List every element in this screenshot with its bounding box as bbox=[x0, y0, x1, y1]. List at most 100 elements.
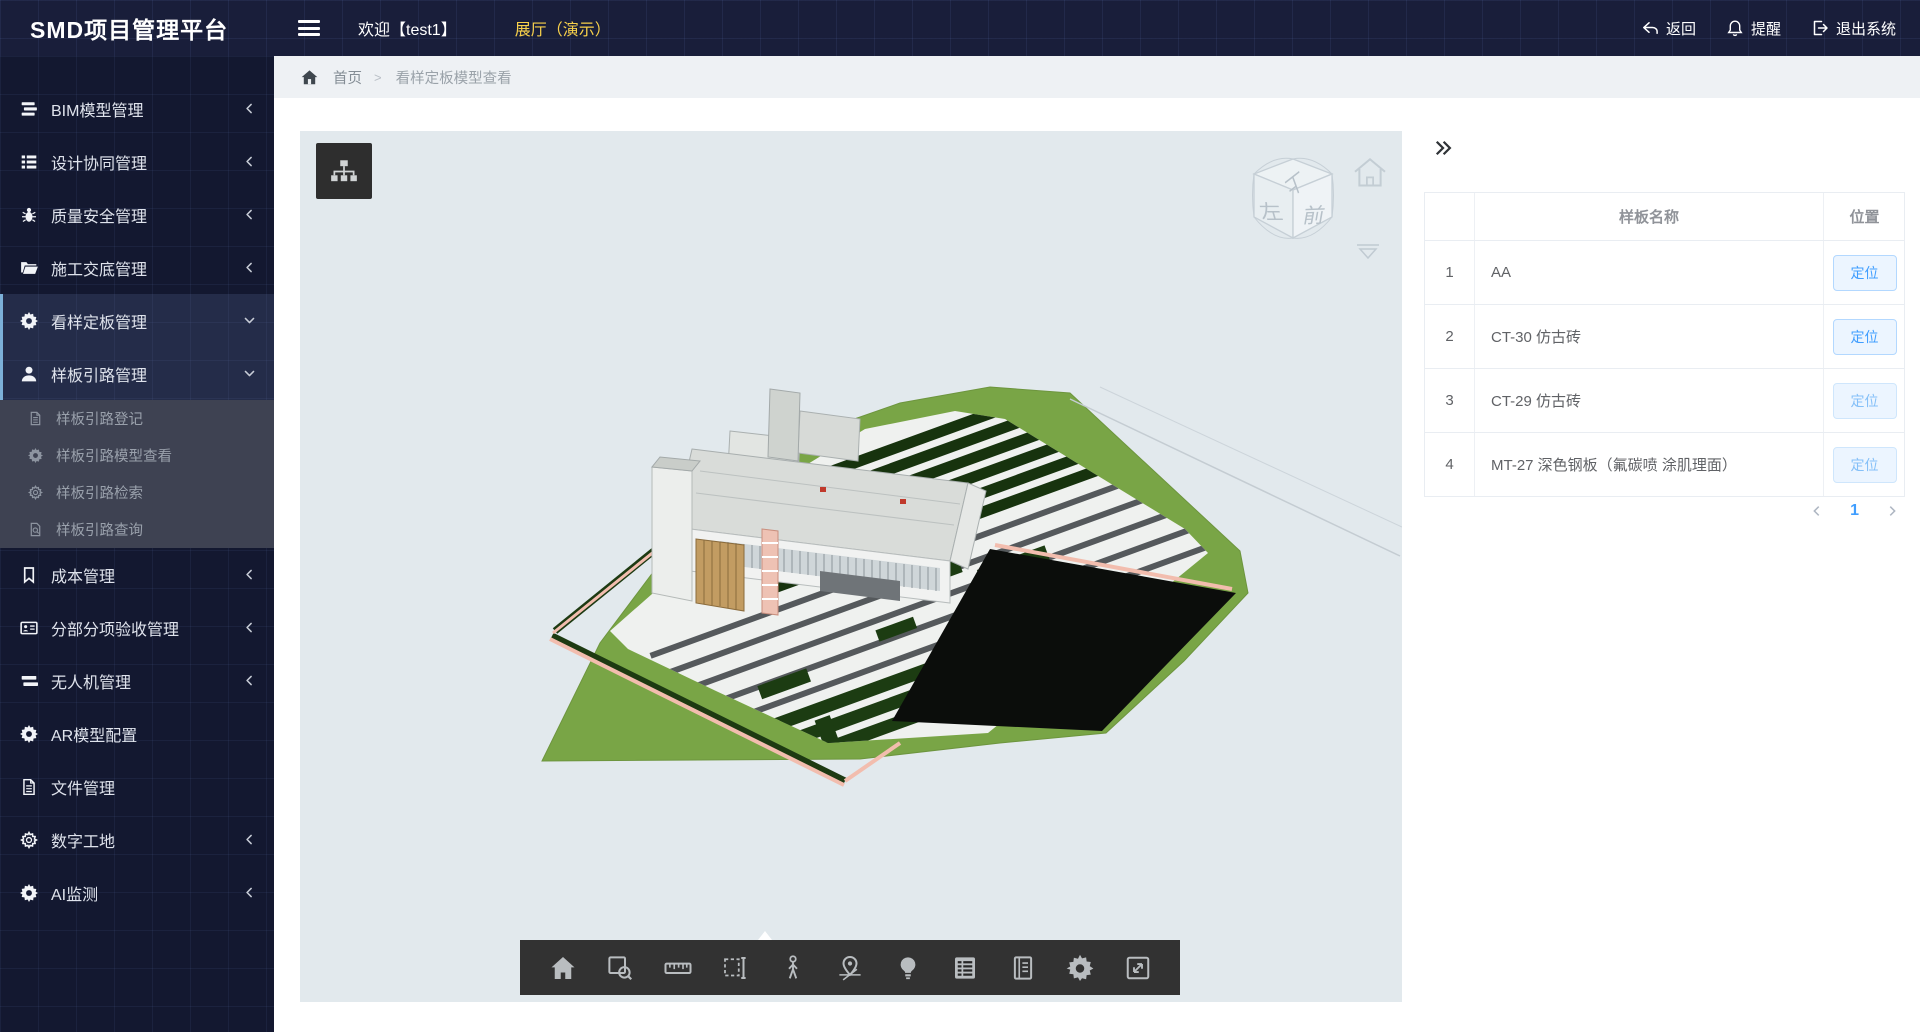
chevron-left-icon bbox=[243, 568, 256, 581]
sidebar-item-acceptance[interactable]: 分部分项验收管理 bbox=[0, 601, 274, 654]
sidebar-item-sample-board[interactable]: 看样定板管理 bbox=[3, 294, 274, 347]
gear-icon bbox=[20, 725, 38, 743]
sidebar-item-cost[interactable]: 成本管理 bbox=[0, 548, 274, 601]
doc-icon bbox=[28, 411, 43, 426]
section-icon[interactable] bbox=[720, 953, 750, 983]
sidebar-item-label: 无人机管理 bbox=[51, 669, 243, 693]
prev-page-icon[interactable] bbox=[1810, 504, 1824, 518]
chevron-down-icon bbox=[243, 314, 256, 327]
view-cube[interactable]: 上 左 前 bbox=[1218, 137, 1368, 287]
app-title: SMD项目管理平台 bbox=[30, 11, 280, 45]
logout-label: 退出系统 bbox=[1836, 18, 1896, 39]
home-view-icon[interactable] bbox=[1350, 153, 1390, 193]
doc-search-icon bbox=[28, 522, 43, 537]
row-index: 2 bbox=[1425, 305, 1475, 368]
chevron-left-icon bbox=[243, 674, 256, 687]
gear-outline-icon bbox=[20, 831, 38, 849]
sidebar-item-sample-guide[interactable]: 样板引路管理 bbox=[3, 347, 274, 400]
sidebar-item-digital-site[interactable]: 数字工地 bbox=[0, 813, 274, 866]
back-button[interactable]: 返回 bbox=[1640, 18, 1696, 39]
table-row: 1 AA 定位 bbox=[1425, 241, 1904, 305]
submenu-item-label: 样板引路模型查看 bbox=[56, 445, 172, 466]
doc-lines-icon[interactable] bbox=[1008, 953, 1038, 983]
sidebar-item-ai-monitor[interactable]: AI监测 bbox=[0, 866, 274, 919]
location-icon[interactable] bbox=[835, 953, 865, 983]
chevron-left-icon bbox=[243, 102, 256, 115]
page-number[interactable]: 1 bbox=[1850, 502, 1859, 520]
submenu-item-label: 样板引路检索 bbox=[56, 482, 143, 503]
next-page-icon[interactable] bbox=[1885, 504, 1899, 518]
notify-label: 提醒 bbox=[1751, 18, 1781, 39]
back-label: 返回 bbox=[1666, 18, 1696, 39]
name-column-header: 样板名称 bbox=[1475, 193, 1824, 240]
submenu-item-label: 样板引路登记 bbox=[56, 408, 143, 429]
model-tree-button[interactable] bbox=[316, 143, 372, 199]
sidebar-item-bim-model[interactable]: BIM模型管理 bbox=[0, 82, 274, 135]
chevron-left-icon bbox=[243, 833, 256, 846]
fullscreen-icon[interactable] bbox=[1123, 953, 1153, 983]
chevron-left-icon bbox=[243, 886, 256, 899]
sidebar-active-section: 看样定板管理 样板引路管理 bbox=[0, 294, 274, 400]
position-column-header: 位置 bbox=[1824, 193, 1905, 240]
cube-collapse-icon[interactable] bbox=[1352, 241, 1384, 263]
row-index: 4 bbox=[1425, 433, 1475, 496]
hamburger-menu-icon[interactable] bbox=[298, 20, 320, 36]
pagination: 1 bbox=[1424, 502, 1905, 520]
sidebar-item-construction-disclosure[interactable]: 施工交底管理 bbox=[0, 241, 274, 294]
bulb-icon[interactable] bbox=[893, 953, 923, 983]
sidebar-item-label: 成本管理 bbox=[51, 563, 243, 587]
locate-button[interactable]: 定位 bbox=[1833, 255, 1897, 291]
sidebar-item-label: 文件管理 bbox=[51, 775, 256, 799]
ruler-icon[interactable] bbox=[663, 953, 693, 983]
breadcrumb-current: 看样定板模型查看 bbox=[396, 67, 512, 88]
notify-button[interactable]: 提醒 bbox=[1726, 18, 1781, 39]
gear-icon[interactable] bbox=[1065, 953, 1095, 983]
bug-icon bbox=[20, 206, 38, 224]
bookmark-icon bbox=[20, 566, 38, 584]
gear-icon bbox=[28, 448, 43, 463]
sample-name: AA bbox=[1475, 241, 1824, 304]
breadcrumb-home[interactable]: 首页 bbox=[333, 67, 362, 88]
toolbar-expand-handle[interactable] bbox=[758, 931, 772, 940]
sidebar-item-design-collab[interactable]: 设计协同管理 bbox=[0, 135, 274, 188]
sidebar-item-ar-config[interactable]: AR模型配置 bbox=[0, 707, 274, 760]
sidebar-item-label: 看样定板管理 bbox=[51, 309, 243, 333]
sidebar-item-label: 样板引路管理 bbox=[51, 362, 243, 386]
panel-collapse-icon[interactable] bbox=[1433, 138, 1453, 158]
logout-button[interactable]: 退出系统 bbox=[1811, 18, 1896, 39]
locate-button[interactable]: 定位 bbox=[1833, 383, 1897, 419]
chevron-left-icon bbox=[243, 155, 256, 168]
home-icon[interactable] bbox=[548, 953, 578, 983]
sidebar-item-label: 数字工地 bbox=[51, 828, 243, 852]
table-icon[interactable] bbox=[950, 953, 980, 983]
submenu-item-register[interactable]: 样板引路登记 bbox=[0, 400, 274, 437]
submenu-item-model-view[interactable]: 样板引路模型查看 bbox=[0, 437, 274, 474]
idcard-icon bbox=[20, 619, 38, 637]
sidebar-item-file-mgmt[interactable]: 文件管理 bbox=[0, 760, 274, 813]
project-name[interactable]: 展厅（演示） bbox=[515, 16, 611, 40]
locate-button[interactable]: 定位 bbox=[1833, 319, 1897, 355]
submenu-item-query[interactable]: 样板引路查询 bbox=[0, 511, 274, 548]
person-icon[interactable] bbox=[778, 953, 808, 983]
bars-icon bbox=[20, 672, 38, 690]
locate-button[interactable]: 定位 bbox=[1833, 447, 1897, 483]
sidebar-item-drone[interactable]: 无人机管理 bbox=[0, 654, 274, 707]
index-column-header bbox=[1425, 193, 1475, 240]
layers-icon bbox=[20, 100, 38, 118]
main-content: 上 左 前 bbox=[274, 98, 1920, 1032]
welcome-text: 欢迎【test1】 bbox=[358, 16, 457, 40]
cube-face-front: 前 bbox=[1301, 204, 1327, 228]
gear-icon bbox=[20, 884, 38, 902]
model-viewer[interactable]: 上 左 前 bbox=[300, 131, 1402, 1002]
sidebar-item-label: 设计协同管理 bbox=[51, 150, 243, 174]
sitemap-icon bbox=[329, 156, 359, 186]
sidebar-item-label: 施工交底管理 bbox=[51, 256, 243, 280]
sidebar: BIM模型管理 设计协同管理 质量安全管理 施工交底管理 看样定板管理 bbox=[0, 56, 274, 1032]
header-actions: 返回 提醒 退出系统 bbox=[1640, 18, 1896, 39]
sidebar-item-quality-safety[interactable]: 质量安全管理 bbox=[0, 188, 274, 241]
submenu-item-search[interactable]: 样板引路检索 bbox=[0, 474, 274, 511]
sample-table: 样板名称 位置 1 AA 定位 2 CT-30 仿古砖 定位 3 CT-29 仿… bbox=[1424, 192, 1905, 497]
home-icon[interactable] bbox=[300, 68, 319, 87]
zoom-select-icon[interactable] bbox=[605, 953, 635, 983]
chevron-left-icon bbox=[243, 208, 256, 221]
